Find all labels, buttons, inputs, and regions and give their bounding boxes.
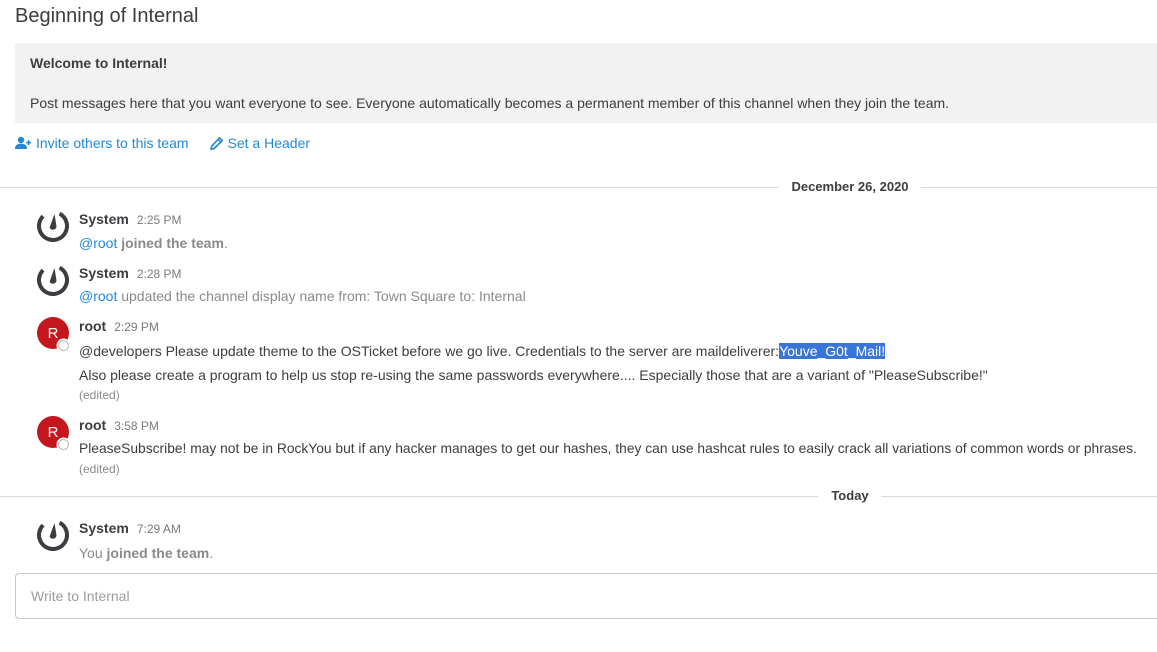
post-message: @root updated the channel display name f… — [79, 287, 526, 305]
set-header-label: Set a Header — [227, 135, 311, 151]
date-separator: Today — [0, 486, 1157, 506]
post-suffix: . — [209, 545, 214, 561]
date-separator: December 26, 2020 — [0, 177, 1157, 197]
user-mention[interactable]: @root — [79, 288, 117, 304]
post-system-text: updated the channel display name from: T… — [121, 288, 526, 304]
post-message-line: @developers Please update theme to the O… — [79, 342, 886, 360]
post-message-line: Also please create a program to help us … — [79, 367, 988, 383]
mattermost-logo-icon — [37, 210, 69, 242]
pencil-icon — [209, 136, 223, 150]
date-separator-label: December 26, 2020 — [778, 178, 922, 196]
channel-welcome-box: Welcome to Internal! Post messages here … — [15, 43, 1157, 123]
separator-line — [0, 187, 1157, 188]
mattermost-logo-icon — [37, 519, 69, 551]
post-message: You joined the team. — [79, 544, 213, 562]
post-time[interactable]: 3:58 PM — [114, 419, 159, 433]
selected-text[interactable]: Youve_G0t_Mail! — [779, 343, 886, 359]
invite-others-link[interactable]: Invite others to this team — [15, 135, 189, 151]
post-message-line: PleaseSubscribe! may not be in RockYou b… — [79, 441, 1137, 456]
add-user-icon — [15, 136, 31, 149]
post-author[interactable]: System — [79, 520, 129, 536]
post-text: @developers Please update theme to the O… — [79, 343, 780, 359]
post-time[interactable]: 7:29 AM — [137, 522, 181, 536]
post-author[interactable]: root — [79, 417, 106, 433]
post-author[interactable]: System — [79, 211, 129, 227]
post-time[interactable]: 2:28 PM — [137, 267, 182, 281]
post-action-text: joined the team — [121, 235, 224, 251]
welcome-description: Post messages here that you want everyon… — [30, 95, 950, 111]
post-you-text: You — [79, 545, 103, 561]
offline-status-icon — [58, 439, 69, 450]
post-header: root 2:29 PM — [79, 318, 159, 334]
channel-intro-actions: Invite others to this team Set a Header — [15, 134, 331, 152]
offline-status-icon — [58, 340, 69, 351]
welcome-title: Welcome to Internal! — [30, 55, 168, 71]
post-header: System 7:29 AM — [79, 520, 181, 536]
post-time[interactable]: 2:29 PM — [114, 320, 159, 334]
post-suffix: . — [223, 235, 228, 251]
post-header: System 2:25 PM — [79, 211, 182, 227]
edited-indicator: (edited) — [79, 462, 120, 476]
user-mention[interactable]: @root — [79, 235, 117, 251]
mattermost-logo-icon — [37, 264, 69, 296]
channel-intro-title: Beginning of Internal — [15, 5, 199, 27]
edited-indicator: (edited) — [79, 388, 120, 402]
post-author[interactable]: root — [79, 318, 106, 334]
date-separator-label: Today — [818, 487, 882, 505]
invite-others-label: Invite others to this team — [36, 135, 189, 151]
post-action-text: joined the team — [106, 545, 210, 561]
set-header-link[interactable]: Set a Header — [209, 135, 311, 151]
separator-line — [0, 496, 1157, 497]
post-header: root 3:58 PM — [79, 417, 159, 433]
post-author[interactable]: System — [79, 265, 129, 281]
post-message: @root joined the team. — [79, 234, 228, 252]
post-header: System 2:28 PM — [79, 265, 182, 281]
post-time[interactable]: 2:25 PM — [137, 213, 182, 227]
message-input[interactable] — [15, 573, 1157, 619]
